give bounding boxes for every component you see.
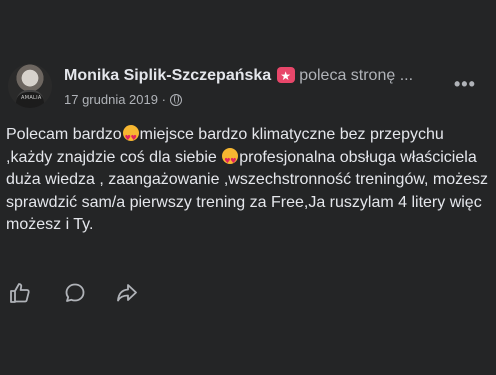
recommend-action-text[interactable]: poleca stronę ...	[299, 67, 413, 84]
like-button[interactable]	[8, 281, 32, 305]
post-date[interactable]: 17 grudnia 2019 ·	[64, 92, 166, 107]
post-header: AMALIA Monika Siplik-Szczepańska poleca s…	[8, 64, 488, 112]
heart-eyes-emoji-icon	[222, 147, 239, 172]
heart-eyes-emoji-icon	[122, 125, 139, 150]
avatar[interactable]: AMALIA	[8, 64, 52, 108]
author-line: Monika Siplik-Szczepańska poleca stronę .…	[64, 66, 413, 86]
more-options-button[interactable]: •••	[454, 74, 476, 95]
share-button[interactable]	[115, 281, 139, 305]
post-text-part-1: Polecam bardzo	[6, 126, 122, 143]
post-text: Polecam bardzomiejsce bardzo klimatyczne…	[6, 124, 490, 237]
author-name[interactable]: Monika Siplik-Szczepańska	[64, 67, 271, 84]
comment-icon	[65, 283, 85, 302]
globe-icon	[169, 94, 182, 106]
avatar-shirt-text: AMALIA	[21, 95, 42, 101]
post-actions	[8, 281, 208, 307]
share-icon	[117, 284, 137, 302]
post-meta: 17 grudnia 2019 ·	[64, 92, 182, 107]
thumbs-up-icon	[10, 283, 30, 303]
comment-button[interactable]	[63, 281, 87, 305]
star-badge-icon	[277, 66, 296, 86]
post-card: AMALIA Monika Siplik-Szczepańska poleca s…	[0, 0, 496, 375]
